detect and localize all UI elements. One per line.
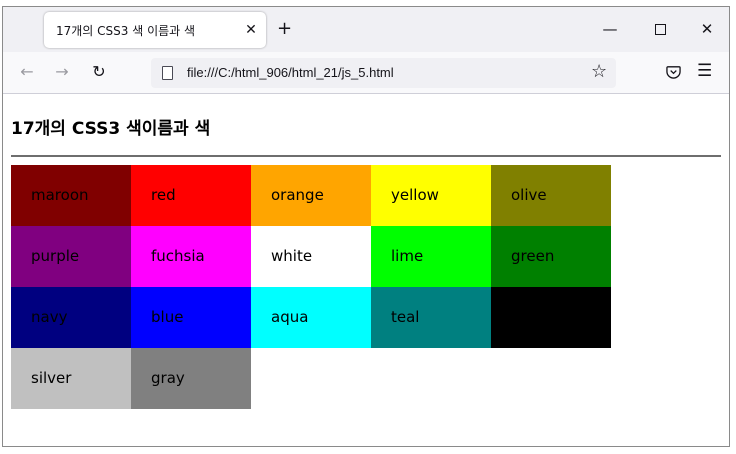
- color-swatch: purple: [11, 226, 131, 287]
- color-swatch: lime: [371, 226, 491, 287]
- active-tab[interactable]: 17개의 CSS3 색 이름과 색 ✕: [44, 12, 266, 48]
- browser-window: 17개의 CSS3 색 이름과 색 ✕ + — ✕ ← → ↻ file:///…: [2, 6, 730, 447]
- color-swatch-grid: maroon red orange yellow olive purple fu…: [11, 165, 611, 409]
- color-swatch: fuchsia: [131, 226, 251, 287]
- horizontal-rule: [11, 155, 721, 157]
- color-swatch: orange: [251, 165, 371, 226]
- color-swatch: green: [491, 226, 611, 287]
- bookmark-star-icon[interactable]: ☆: [591, 63, 607, 81]
- url-text[interactable]: file:///C:/html_906/html_21/js_5.html: [187, 65, 394, 80]
- tab-bar: 17개의 CSS3 색 이름과 색 ✕ + — ✕: [3, 7, 729, 52]
- color-swatch: teal: [371, 287, 491, 348]
- page-title: 17개의 CSS3 색이름과 색: [11, 119, 211, 139]
- color-swatch: olive: [491, 165, 611, 226]
- tab-title: 17개의 CSS3 색 이름과 색: [56, 23, 196, 38]
- color-swatch: white: [251, 226, 371, 287]
- new-tab-icon[interactable]: +: [277, 19, 292, 39]
- navigation-bar: ← → ↻ file:///C:/html_906/html_21/js_5.h…: [3, 52, 729, 94]
- color-swatch: silver: [11, 348, 131, 409]
- back-icon[interactable]: ←: [17, 63, 37, 81]
- minimize-icon[interactable]: —: [595, 19, 625, 39]
- pocket-icon[interactable]: [666, 64, 681, 79]
- close-window-icon[interactable]: ✕: [692, 19, 722, 39]
- color-swatch: yellow: [371, 165, 491, 226]
- page-content: 17개의 CSS3 색이름과 색 maroon red orange yello…: [3, 94, 729, 446]
- color-swatch: navy: [11, 287, 131, 348]
- address-bar[interactable]: file:///C:/html_906/html_21/js_5.html: [151, 58, 616, 88]
- reload-icon[interactable]: ↻: [89, 63, 109, 81]
- color-swatch: gray: [131, 348, 251, 409]
- tab-close-icon[interactable]: ✕: [236, 22, 266, 38]
- page-icon: [162, 66, 173, 80]
- color-swatch: black: [491, 287, 611, 348]
- forward-icon[interactable]: →: [52, 63, 72, 81]
- color-swatch: maroon: [11, 165, 131, 226]
- maximize-icon[interactable]: [645, 19, 675, 39]
- color-swatch: blue: [131, 287, 251, 348]
- color-swatch: red: [131, 165, 251, 226]
- menu-icon[interactable]: ☰: [697, 62, 712, 80]
- color-swatch: aqua: [251, 287, 371, 348]
